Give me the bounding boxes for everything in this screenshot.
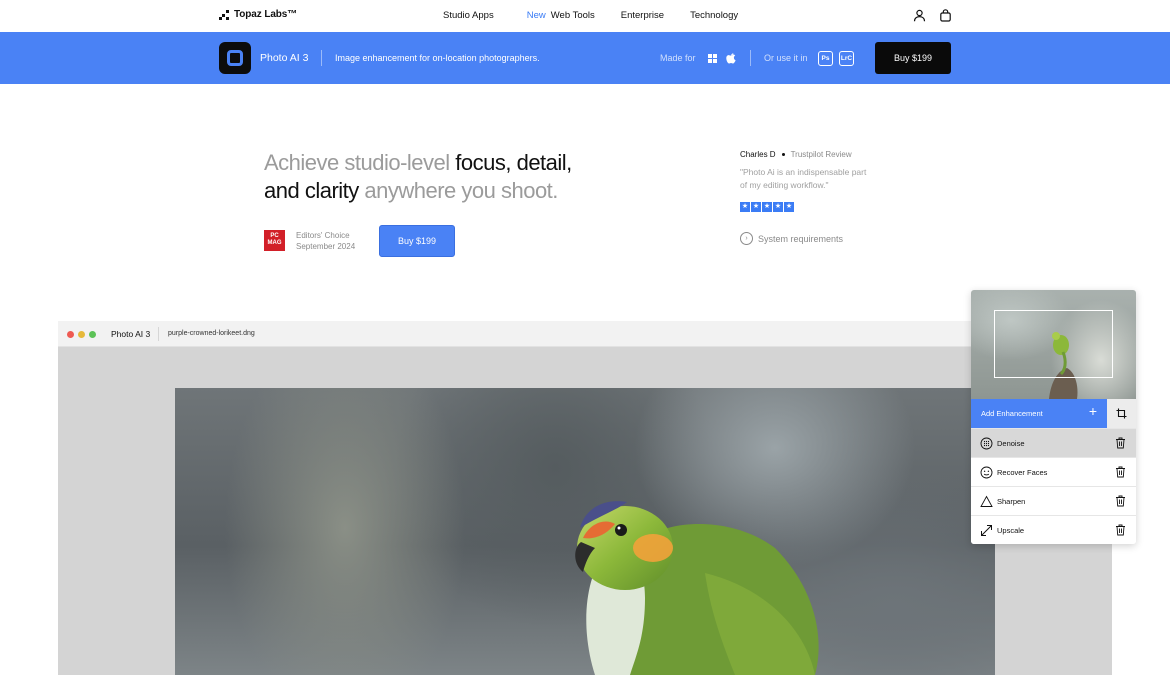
topaz-logo[interactable]: Topaz Labs™ [219, 9, 297, 20]
headline-part: and clarity [264, 178, 359, 203]
trash-icon[interactable] [1115, 495, 1126, 507]
enhancement-panel: Add Enhancement + Denoise Recover Faces [971, 290, 1136, 544]
review-quote: "Photo Ai is an indispensable part of my… [740, 167, 867, 190]
nav-enterprise[interactable]: Enterprise [621, 10, 664, 21]
expand-arrows-icon [981, 525, 992, 536]
trash-icon[interactable] [1115, 466, 1126, 478]
product-name[interactable]: Photo AI 3 [260, 52, 308, 64]
enhancement-recover-faces[interactable]: Recover Faces [971, 457, 1136, 486]
enhancement-label: Upscale [997, 526, 1025, 535]
star-icon: ★ [784, 202, 794, 212]
nav-technology[interactable]: Technology [690, 10, 738, 21]
hero-headline: Achieve studio-level focus, detail, and … [264, 149, 624, 205]
plus-icon: + [1088, 403, 1097, 419]
lorikeet-illustration [575, 501, 819, 675]
bird-photo [175, 388, 995, 675]
product-tagline: Image enhancement for on-location photog… [335, 53, 540, 63]
face-icon [980, 466, 993, 479]
divider [321, 50, 322, 66]
made-for-label: Made for [660, 53, 696, 63]
divider [750, 50, 751, 66]
system-requirements-label: System requirements [758, 233, 844, 244]
nav-studio-apps[interactable]: Studio Apps [443, 10, 494, 21]
trash-icon[interactable] [1115, 437, 1126, 449]
bag-icon[interactable] [939, 9, 952, 22]
award-title: Editors' Choice [296, 231, 350, 240]
main-nav: Studio Apps New Web Tools Enterprise Tec… [443, 10, 738, 21]
trash-icon[interactable] [1115, 524, 1126, 536]
system-requirements-link[interactable]: › System requirements [740, 232, 843, 245]
enhancement-label: Sharpen [997, 497, 1026, 506]
star-icon: ★ [751, 202, 761, 212]
triangle-icon [980, 495, 993, 507]
review-source[interactable]: Trustpilot Review [791, 150, 852, 159]
new-badge: New [526, 10, 546, 21]
star-icon: ★ [740, 202, 750, 212]
editors-choice-award: Editors' Choice September 2024 [296, 231, 355, 252]
window-app-title: Photo AI 3 [111, 329, 151, 339]
star-rating: ★ ★ ★ ★ ★ [740, 202, 794, 212]
photoshop-plugin-icon[interactable]: Ps [818, 51, 833, 66]
minimize-dot-icon[interactable] [78, 331, 85, 338]
reviewer-name: Charles D [740, 150, 776, 159]
windows-icon [708, 54, 717, 63]
navigator-thumbnail[interactable] [971, 290, 1136, 399]
denoise-icon [980, 437, 993, 450]
star-icon: ★ [762, 202, 772, 212]
top-nav: Topaz Labs™ Studio Apps New Web Tools En… [0, 0, 1170, 32]
photo-ai-app-icon [219, 42, 251, 74]
add-enhancement-button[interactable]: Add Enhancement + [971, 399, 1107, 428]
crop-icon [1116, 408, 1127, 419]
file-name: purple-crowned-lorikeet.dng [168, 330, 255, 337]
user-icon[interactable] [913, 9, 926, 22]
star-icon: ★ [773, 202, 783, 212]
award-date: September 2024 [296, 241, 356, 251]
headline-part: anywhere you shoot. [358, 178, 558, 203]
headline-part: focus, detail, [455, 150, 572, 175]
window-titlebar: Photo AI 3 purple-crowned-lorikeet.dng [58, 321, 1112, 347]
enhancement-label: Denoise [997, 439, 1025, 448]
enhancement-upscale[interactable]: Upscale [971, 515, 1136, 544]
lightroom-plugin-icon[interactable]: LrC [839, 51, 854, 66]
enhancement-sharpen[interactable]: Sharpen [971, 486, 1136, 515]
logo-text: Topaz Labs™ [234, 9, 298, 20]
headline-part: Achieve studio-level [264, 150, 456, 175]
enhancement-denoise[interactable]: Denoise [971, 428, 1136, 457]
maximize-dot-icon[interactable] [89, 331, 96, 338]
or-use-label: Or use it in [764, 53, 808, 63]
add-enhancement-label: Add Enhancement [981, 409, 1043, 418]
close-dot-icon[interactable] [67, 331, 74, 338]
buy-button-hero[interactable]: Buy $199 [379, 225, 455, 257]
review-header: Charles D Trustpilot Review [740, 150, 852, 159]
chevron-right-icon: › [740, 232, 753, 245]
enhancement-label: Recover Faces [997, 468, 1048, 477]
viewport-box[interactable] [994, 310, 1113, 378]
buy-button-header[interactable]: Buy $199 [875, 42, 951, 74]
product-bar: Photo AI 3 Image enhancement for on-loca… [0, 32, 1170, 84]
topaz-logo-icon [219, 9, 229, 20]
pcmag-logo: PC MAG [264, 230, 285, 251]
nav-web-tools[interactable]: Web Tools [551, 10, 595, 21]
app-window: Photo AI 3 purple-crowned-lorikeet.dng [58, 321, 1112, 675]
apple-icon [726, 53, 736, 64]
divider [158, 327, 159, 341]
crop-button[interactable] [1107, 399, 1136, 428]
